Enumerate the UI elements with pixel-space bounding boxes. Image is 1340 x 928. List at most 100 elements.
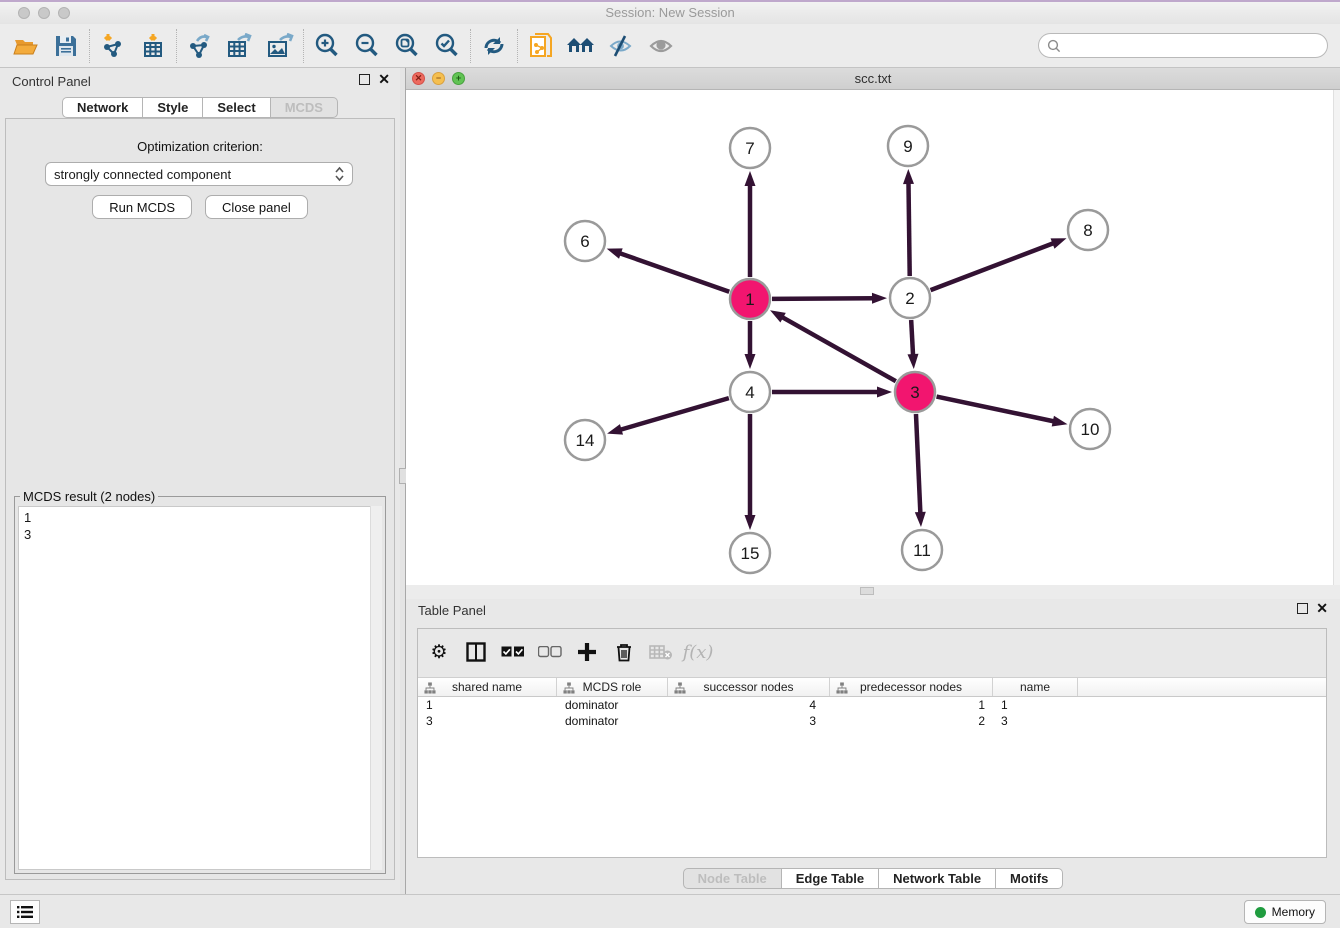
close-panel-button[interactable]: Close panel bbox=[205, 195, 308, 219]
graph-edge-2-9[interactable] bbox=[908, 181, 909, 276]
graph-node-2[interactable]: 2 bbox=[890, 278, 930, 318]
edge-arrowhead-icon bbox=[607, 424, 623, 435]
cell-shared-name[interactable]: 1 bbox=[418, 697, 557, 713]
graph-node-11[interactable]: 11 bbox=[902, 530, 942, 570]
graph-node-1[interactable]: 1 bbox=[730, 279, 770, 319]
network-vertical-scrollbar[interactable] bbox=[1333, 90, 1340, 585]
add-column-button[interactable] bbox=[572, 637, 602, 667]
zoom-out-button[interactable] bbox=[347, 28, 387, 64]
delete-column-button[interactable] bbox=[609, 637, 639, 667]
table-panel-title: Table Panel bbox=[418, 603, 486, 618]
export-table-button[interactable] bbox=[220, 28, 260, 64]
close-panel-icon[interactable]: ✕ bbox=[378, 74, 390, 85]
network-canvas[interactable]: 7 9 6 8 1 2 4 3 14 10 15 11 bbox=[406, 90, 1340, 585]
hide-selected-button[interactable] bbox=[601, 28, 641, 64]
zoom-in-button[interactable] bbox=[307, 28, 347, 64]
deselect-all-rows-button[interactable] bbox=[535, 637, 565, 667]
cell-successor-nodes[interactable]: 4 bbox=[668, 697, 830, 713]
graph-node-14[interactable]: 14 bbox=[565, 420, 605, 460]
cell-predecessor-nodes[interactable]: 2 bbox=[830, 713, 993, 729]
graph-node-6[interactable]: 6 bbox=[565, 221, 605, 261]
edge-arrowhead-icon bbox=[877, 387, 892, 398]
tab-network[interactable]: Network bbox=[62, 97, 143, 118]
graph-node-4[interactable]: 4 bbox=[730, 372, 770, 412]
graph-edge-2-3[interactable] bbox=[911, 320, 913, 357]
columns-icon bbox=[466, 642, 486, 662]
float-panel-icon[interactable] bbox=[1297, 603, 1308, 614]
graph-edge-2-8[interactable] bbox=[931, 242, 1056, 290]
graph-node-15[interactable]: 15 bbox=[730, 533, 770, 573]
graph-edge-3-11[interactable] bbox=[916, 414, 920, 515]
graph-node-9[interactable]: 9 bbox=[888, 126, 928, 166]
export-image-button[interactable] bbox=[260, 28, 300, 64]
optimization-criterion-select[interactable]: strongly connected component bbox=[45, 162, 353, 186]
graph-edge-4-14[interactable] bbox=[619, 398, 729, 430]
graph-node-3[interactable]: 3 bbox=[895, 372, 935, 412]
tab-select[interactable]: Select bbox=[203, 97, 270, 118]
table-settings-button[interactable]: ⚙ bbox=[424, 637, 454, 667]
divider-grip[interactable] bbox=[860, 587, 874, 595]
tab-node-table[interactable]: Node Table bbox=[683, 868, 782, 889]
cell-mcds-role[interactable]: dominator bbox=[557, 697, 668, 713]
graph-edge-3-10[interactable] bbox=[937, 397, 1056, 422]
horizontal-split-divider[interactable] bbox=[406, 585, 1340, 599]
mcds-result-text[interactable]: 1 3 bbox=[18, 506, 382, 870]
search-input[interactable] bbox=[1061, 39, 1327, 53]
column-header-successor-nodes[interactable]: successor nodes bbox=[668, 678, 830, 696]
select-all-rows-button[interactable] bbox=[498, 637, 528, 667]
cell-name[interactable]: 1 bbox=[993, 697, 1078, 713]
refresh-icon bbox=[481, 34, 507, 58]
open-session-button[interactable] bbox=[6, 28, 46, 64]
svg-text:14: 14 bbox=[576, 431, 595, 450]
zoom-fit-button[interactable] bbox=[387, 28, 427, 64]
tab-network-table[interactable]: Network Table bbox=[879, 868, 996, 889]
graph-node-7[interactable]: 7 bbox=[730, 128, 770, 168]
cell-mcds-role[interactable]: dominator bbox=[557, 713, 668, 729]
zoom-selected-button[interactable] bbox=[427, 28, 467, 64]
search-field[interactable] bbox=[1038, 33, 1328, 58]
column-header-shared-name[interactable]: shared name bbox=[418, 678, 557, 696]
column-header-predecessor-nodes[interactable]: predecessor nodes bbox=[830, 678, 993, 696]
table-row[interactable]: 1 dominator 4 1 1 bbox=[418, 697, 1326, 713]
column-label: MCDS role bbox=[583, 680, 642, 694]
graph-edge-1-6[interactable] bbox=[618, 253, 729, 292]
tab-style[interactable]: Style bbox=[143, 97, 203, 118]
result-scrollbar[interactable] bbox=[370, 506, 382, 870]
delete-table-button[interactable] bbox=[646, 637, 676, 667]
memory-button[interactable]: Memory bbox=[1244, 900, 1326, 924]
graph-edge-1-2[interactable] bbox=[772, 298, 875, 299]
cell-shared-name[interactable]: 3 bbox=[418, 713, 557, 729]
svg-text:10: 10 bbox=[1081, 420, 1100, 439]
cell-name[interactable]: 3 bbox=[993, 713, 1078, 729]
float-panel-icon[interactable] bbox=[359, 74, 370, 85]
network-window-titlebar[interactable]: ✕ − + scc.txt bbox=[406, 68, 1340, 90]
graph-edge-3-1[interactable] bbox=[780, 316, 895, 381]
graph-node-10[interactable]: 10 bbox=[1070, 409, 1110, 449]
optimization-criterion-label: Optimization criterion: bbox=[6, 139, 394, 154]
close-panel-icon[interactable]: ✕ bbox=[1316, 603, 1328, 614]
refresh-view-button[interactable] bbox=[474, 28, 514, 64]
cell-predecessor-nodes[interactable]: 1 bbox=[830, 697, 993, 713]
show-columns-button[interactable] bbox=[461, 637, 491, 667]
show-all-button[interactable] bbox=[641, 28, 681, 64]
table-row[interactable]: 3 dominator 3 2 3 bbox=[418, 713, 1326, 729]
cell-successor-nodes[interactable]: 3 bbox=[668, 713, 830, 729]
column-header-mcds-role[interactable]: MCDS role bbox=[557, 678, 668, 696]
column-header-name[interactable]: name bbox=[993, 678, 1078, 696]
graph-node-8[interactable]: 8 bbox=[1068, 210, 1108, 250]
import-network-button[interactable] bbox=[93, 28, 133, 64]
tab-mcds[interactable]: MCDS bbox=[271, 97, 338, 118]
table-tabs: Node Table Edge Table Network Table Moti… bbox=[406, 868, 1340, 889]
edge-arrowhead-icon bbox=[872, 293, 887, 304]
export-network-button[interactable] bbox=[180, 28, 220, 64]
import-table-button[interactable] bbox=[133, 28, 173, 64]
tab-edge-table[interactable]: Edge Table bbox=[782, 868, 879, 889]
task-history-button[interactable] bbox=[10, 900, 40, 924]
svg-text:11: 11 bbox=[913, 541, 931, 560]
run-mcds-button[interactable]: Run MCDS bbox=[92, 195, 192, 219]
clone-network-button[interactable] bbox=[521, 28, 561, 64]
tab-motifs[interactable]: Motifs bbox=[996, 868, 1063, 889]
home-neighbors-button[interactable] bbox=[561, 28, 601, 64]
save-session-button[interactable] bbox=[46, 28, 86, 64]
function-builder-button[interactable]: f(x) bbox=[683, 637, 713, 667]
